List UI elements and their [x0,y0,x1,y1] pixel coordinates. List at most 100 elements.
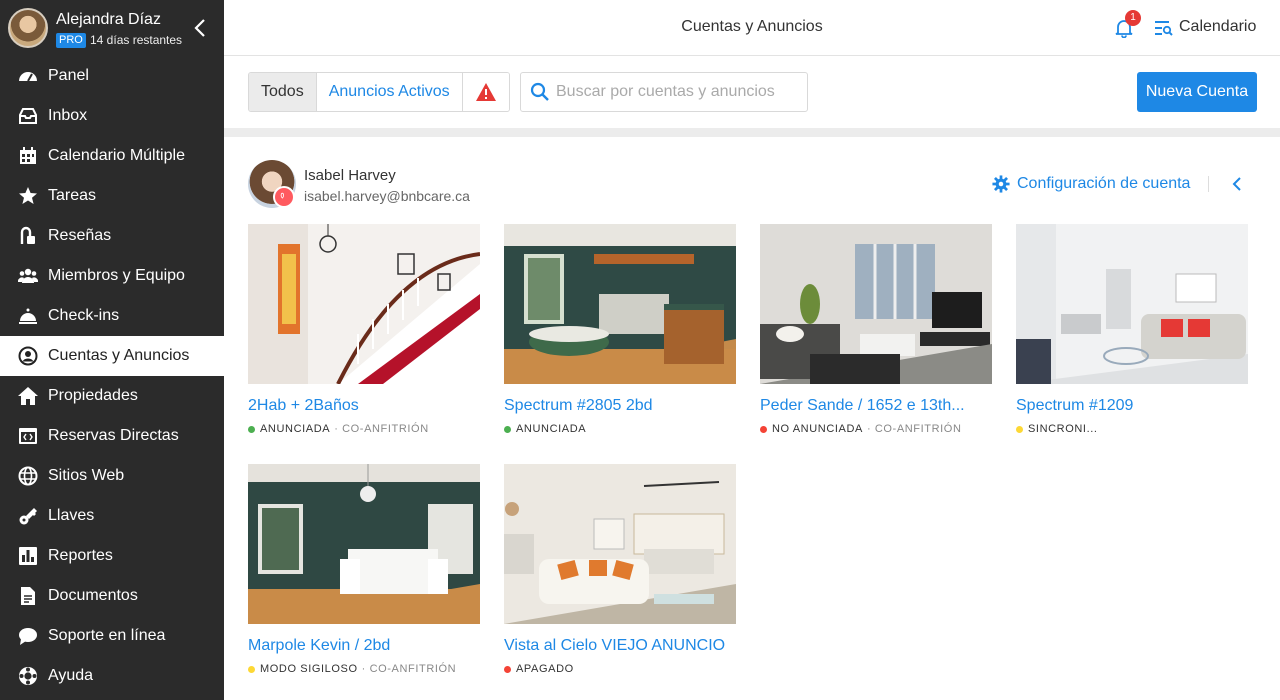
status-label: MODO SIGILOSO [260,663,358,675]
sidebar-item-label: Reseñas [48,227,112,244]
sidebar-item-label: Propiedades [48,387,138,404]
sidebar-item-direct-bookings[interactable]: Reservas Directas [0,416,224,456]
listing-title[interactable]: Vista al Cielo VIEJO ANUNCIO [504,637,736,655]
sidebar-item-calendar[interactable]: Calendario Múltiple [0,136,224,176]
plan-badge: PRO [56,33,86,48]
search-input[interactable] [556,73,804,111]
sidebar-item-support[interactable]: Soporte en línea [0,616,224,656]
gauge-icon [19,72,37,82]
avatar[interactable] [8,8,48,48]
listing-title[interactable]: 2Hab + 2Baños [248,397,480,415]
account-email: isabel.harvey@bnbcare.ca [304,188,470,204]
sidebar-item-label: Sitios Web [48,467,125,484]
account-settings-link[interactable]: Configuración de cuenta [992,175,1190,193]
account-name: Isabel Harvey [304,167,396,184]
sidebar-item-reviews[interactable]: Reseñas [0,216,224,256]
filter-active-listings-button[interactable]: Anuncios Activos [316,73,463,111]
status-dot [760,425,767,433]
sidebar-item-label: Llaves [48,507,95,524]
bell-service-icon [19,308,37,324]
sidebar-item-properties[interactable]: Propiedades [0,376,224,416]
status-label: SINCRONI... [1028,423,1098,435]
sidebar-item-label: Tareas [48,187,97,204]
star-icon [19,187,37,204]
sidebar-item-panel[interactable]: Panel [0,56,224,96]
separator [1208,176,1209,192]
listing-photo[interactable] [248,224,481,385]
top-header: Cuentas y Anuncios 1 Calendario [224,0,1280,56]
sidebar-item-label: Inbox [48,107,88,124]
divider [224,128,1280,137]
listing-card[interactable]: Marpole Kevin / 2bd MODO SIGILOSO · CO-A… [248,464,480,675]
calendar-icon [20,147,36,164]
status-label: APAGADO [516,663,574,675]
listing-card[interactable]: 2Hab + 2Baños ANUNCIADA · CO-ANFITRIÓN [248,224,481,435]
filter-all-button[interactable]: Todos [249,73,317,111]
listing-card[interactable]: Spectrum #1209 SINCRONI... [1016,224,1248,435]
search-box [520,72,808,112]
home-icon [18,387,38,405]
filter-group: Todos Anuncios Activos [248,72,510,112]
status-dot [1016,425,1023,433]
account-circle-icon [18,346,38,366]
chevron-left-icon[interactable] [1232,177,1242,191]
sidebar-item-reports[interactable]: Reportes [0,536,224,576]
chevron-left-icon[interactable] [193,18,207,38]
listing-status: NO ANUNCIADA · CO-ANFITRIÓN [760,423,992,435]
sidebar-nav: Panel Inbox Calendario Múltiple Tareas R… [0,56,224,696]
calendar-link[interactable]: Calendario [1179,18,1256,36]
listing-card[interactable]: Vista al Cielo VIEJO ANUNCIO APAGADO [504,464,736,675]
listing-card[interactable]: Peder Sande / 1652 e 13th... NO ANUNCIAD… [760,224,992,435]
gear-icon [992,175,1010,193]
filter-warnings-button[interactable] [462,73,509,111]
account-settings-label: Configuración de cuenta [1017,175,1191,192]
status-dot [248,425,255,433]
sidebar-item-accounts[interactable]: Cuentas y Anuncios [0,336,224,376]
listing-title[interactable]: Marpole Kevin / 2bd [248,637,480,655]
warning-icon [475,83,496,101]
sidebar-item-label: Miembros y Equipo [48,267,185,284]
listing-status: ANUNCIADA · CO-ANFITRIÓN [248,423,480,435]
sidebar-item-label: Check-ins [48,307,120,324]
sidebar-item-websites[interactable]: Sitios Web [0,456,224,496]
user-profile[interactable]: Alejandra Díaz PRO 14 días restantes [0,0,224,56]
airbnb-icon [273,186,295,208]
listing-title[interactable]: Peder Sande / 1652 e 13th... [760,397,992,415]
listing-card[interactable]: Spectrum #2805 2bd ANUNCIADA [504,224,736,435]
globe-icon [18,466,38,486]
sidebar-item-tasks[interactable]: Tareas [0,176,224,216]
status-label: ANUNCIADA [516,423,587,435]
chart-icon [19,547,37,565]
sidebar-item-keys[interactable]: Llaves [0,496,224,536]
listing-photo[interactable] [1016,224,1248,384]
lifebuoy-icon [19,667,37,685]
listing-photo[interactable] [504,224,736,384]
review-icon [20,226,35,244]
new-account-button[interactable]: Nueva Cuenta [1137,72,1257,112]
listing-title[interactable]: Spectrum #1209 [1016,397,1248,415]
calendar-search-icon[interactable] [1155,20,1173,36]
listing-status: SINCRONI... [1016,423,1248,435]
sidebar-item-help[interactable]: Ayuda [0,656,224,696]
sidebar-item-label: Cuentas y Anuncios [48,347,190,364]
sidebar: Alejandra Díaz PRO 14 días restantes Pan… [0,0,224,700]
account-section: Isabel Harvey isabel.harvey@bnbcare.ca C… [224,137,1280,700]
listing-photo[interactable] [760,224,992,384]
listing-photo[interactable] [504,464,736,624]
sidebar-item-inbox[interactable]: Inbox [0,96,224,136]
listing-status: APAGADO [504,663,736,675]
sidebar-item-documents[interactable]: Documentos [0,576,224,616]
listing-title[interactable]: Spectrum #2805 2bd [504,397,736,415]
inbox-icon [19,108,37,124]
status-label: NO ANUNCIADA [772,423,863,435]
sidebar-item-label: Panel [48,67,89,84]
role-label: · CO-ANFITRIÓN [334,423,429,435]
sidebar-item-checkins[interactable]: Check-ins [0,296,224,336]
listing-photo[interactable] [248,464,480,624]
browser-code-icon [19,428,37,444]
sidebar-item-team[interactable]: Miembros y Equipo [0,256,224,296]
notification-badge: 1 [1125,10,1141,26]
sidebar-item-label: Reservas Directas [48,427,179,444]
status-label: ANUNCIADA [260,423,331,435]
listing-status: ANUNCIADA [504,423,736,435]
